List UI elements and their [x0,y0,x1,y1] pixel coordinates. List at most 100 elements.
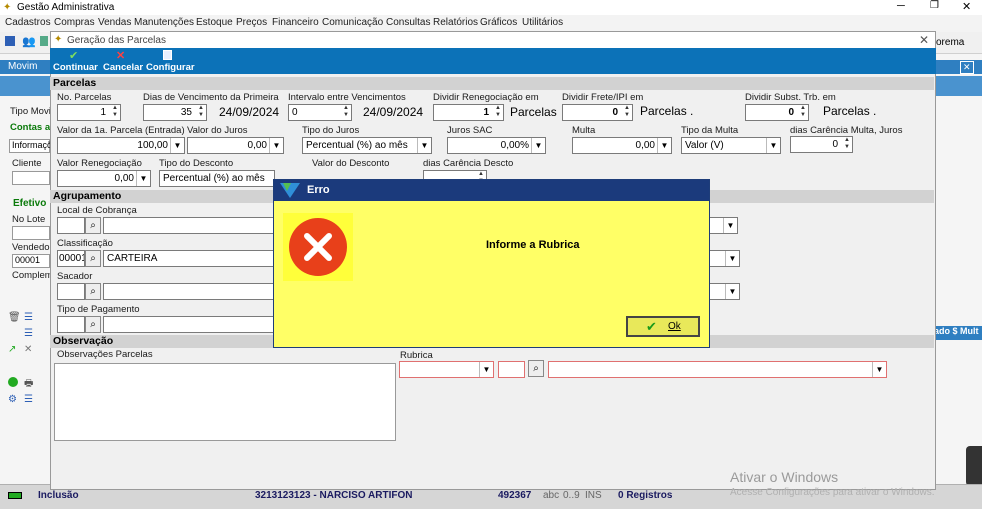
search-icon[interactable]: ⌕ [85,316,101,333]
valor-1a-input[interactable]: 100,00 ▼ [57,137,185,154]
bg-cliente-field[interactable] [12,171,50,185]
search-icon[interactable]: ⌕ [85,283,101,300]
bg-tab-informacoes[interactable]: Informaçõ [9,139,52,153]
classificacao-name[interactable]: CARTEIRA [103,250,275,267]
menu-comunicacao[interactable]: Comunicação [322,17,383,28]
search-icon[interactable]: ⌕ [85,250,101,267]
tipo-multa-select[interactable]: Valor (V) ▼ [681,137,781,154]
spinner-icon[interactable]: ▲▼ [842,137,852,152]
menu-compras[interactable]: Compras [54,17,95,28]
rubrica-code[interactable] [498,361,525,378]
side-handle[interactable] [966,446,982,486]
close-window-icon[interactable]: ✕ [962,0,971,13]
dias-carencia-value: 0 [832,139,838,150]
dividir-reneg-input[interactable]: 1 ▲ ▼ [433,104,504,121]
dropdown-arrow-icon[interactable]: ▼ [417,138,431,153]
list-icon[interactable]: ☰ [24,312,33,323]
dropdown-arrow-icon[interactable]: ▼ [269,138,283,153]
app-titlebar: ✦ Gestão Administrativa ─ ❐ ✕ [0,0,982,15]
ok-button[interactable]: ✔ Ok [626,316,700,337]
dias-input[interactable]: 35 ▲ ▼ [143,104,207,121]
menu-graficos[interactable]: Gráficos [480,17,517,28]
dropdown-arrow-icon[interactable]: ▼ [723,218,737,233]
dropdown-arrow-icon[interactable]: ▼ [170,138,184,153]
sacador-code[interactable] [57,283,85,300]
obs-textarea[interactable] [54,363,396,441]
dropdown-arrow-icon[interactable]: ▼ [136,171,150,186]
users-icon[interactable]: 👥 [22,35,36,48]
configurar-button[interactable]: Configurar [145,49,195,73]
tipo-pagamento-code[interactable] [57,316,85,333]
spinner-icon[interactable]: ▲▼ [110,105,120,120]
rubrica-select[interactable]: ▼ [399,361,494,378]
dias-carencia-input[interactable]: 0 ▲ ▼ [790,136,853,153]
local-cobranca-label: Local de Cobrança [57,205,137,216]
dias-carencia-label: dias Carência Multa, Juros [790,125,903,136]
dropdown-arrow-icon[interactable]: ▼ [531,138,545,153]
spinner-icon[interactable]: ▲▼ [622,105,632,120]
list3-icon[interactable]: ☰ [24,394,33,405]
tipo-desconto-select[interactable]: Percentual (%) ao mês [159,170,275,187]
menu-cadastros[interactable]: Cadastros [5,17,51,28]
tipo-pagamento-name[interactable] [103,316,275,333]
dialog-close-icon[interactable]: ✕ [919,33,929,47]
printer-icon[interactable]: 🖶 [24,376,33,393]
spinner-icon[interactable]: ▲▼ [493,105,503,120]
spinner-icon[interactable]: ▲▼ [798,105,808,120]
juros-sac-input[interactable]: 0,00% ▼ [447,137,546,154]
arrow-icon[interactable]: ↗ [8,344,16,355]
trash-icon[interactable]: 🗑 [8,312,21,323]
tipo-juros-select[interactable]: Percentual (%) ao mês ▼ [302,137,432,154]
local-cobranca-name[interactable] [103,217,275,234]
bg-vendedor-field[interactable]: 00001 [12,254,50,268]
intervalo-input[interactable]: 0 ▲ ▼ [288,104,352,121]
menu-precos[interactable]: Preços [236,17,267,28]
menu-manutencoes[interactable]: Manutenções [134,17,194,28]
menu-vendas[interactable]: Vendas [98,17,131,28]
bg-left-button[interactable] [0,76,50,96]
no-parcelas-input[interactable]: 1 ▲ ▼ [57,104,121,121]
ok-label: Ok [668,321,681,332]
sacador-name[interactable] [103,283,275,300]
continuar-button[interactable]: ✔ Continuar [52,49,98,73]
dropdown-arrow-icon[interactable]: ▼ [725,251,739,266]
add-icon[interactable] [8,377,18,387]
save-icon[interactable] [5,36,15,46]
gear-icon[interactable]: ⚙ [8,394,17,405]
dropdown-arrow-icon[interactable]: ▼ [725,284,739,299]
valor-reneg-input[interactable]: 0,00 ▼ [57,170,151,187]
local-cobranca-code[interactable] [57,217,85,234]
dropdown-arrow-icon[interactable]: ▼ [657,138,671,153]
menu-estoque[interactable]: Estoque [196,17,233,28]
search-icon[interactable]: ⌕ [528,360,544,377]
valor-reneg-label: Valor Renegociação [57,158,142,169]
dropdown-arrow-icon[interactable]: ▼ [766,138,780,153]
search-icon[interactable]: ⌕ [85,217,101,234]
obs-label: Observações Parcelas [57,349,153,360]
configurar-label: Configurar [146,62,195,73]
menu-relatorios[interactable]: Relatórios [433,17,478,28]
doc-icon[interactable] [40,36,48,46]
tipo-juros-value: Percentual (%) ao mês [306,140,408,151]
bg-lote-field[interactable] [12,226,50,240]
rubrica-label: Rubrica [400,350,433,361]
dividir-subst-input[interactable]: 0 ▲ ▼ [745,104,809,121]
restore-icon[interactable]: ❐ [930,0,939,11]
menu-consultas[interactable]: Consultas [386,17,430,28]
dropdown-arrow-icon[interactable]: ▼ [479,362,493,377]
menu-financeiro[interactable]: Financeiro [272,17,319,28]
bg-close-icon[interactable]: ✕ [960,61,974,74]
menu-utilitarios[interactable]: Utilitários [522,17,563,28]
list2-icon[interactable]: ☰ [24,328,33,339]
valor-juros-input[interactable]: 0,00 ▼ [187,137,284,154]
dropdown-arrow-icon[interactable]: ▼ [872,362,886,377]
multa-input[interactable]: 0,00 ▼ [572,137,672,154]
dividir-frete-input[interactable]: 0 ▲ ▼ [562,104,633,121]
x-icon[interactable]: ✕ [24,344,32,355]
rubrica-name-select[interactable]: ▼ [548,361,887,378]
classificacao-code[interactable]: 00001 [57,250,85,267]
spinner-icon[interactable]: ▲▼ [341,105,351,120]
spinner-icon[interactable]: ▲▼ [196,105,206,120]
cancelar-button[interactable]: ✕ Cancelar [100,49,143,73]
minimize-icon[interactable]: ─ [897,0,905,12]
